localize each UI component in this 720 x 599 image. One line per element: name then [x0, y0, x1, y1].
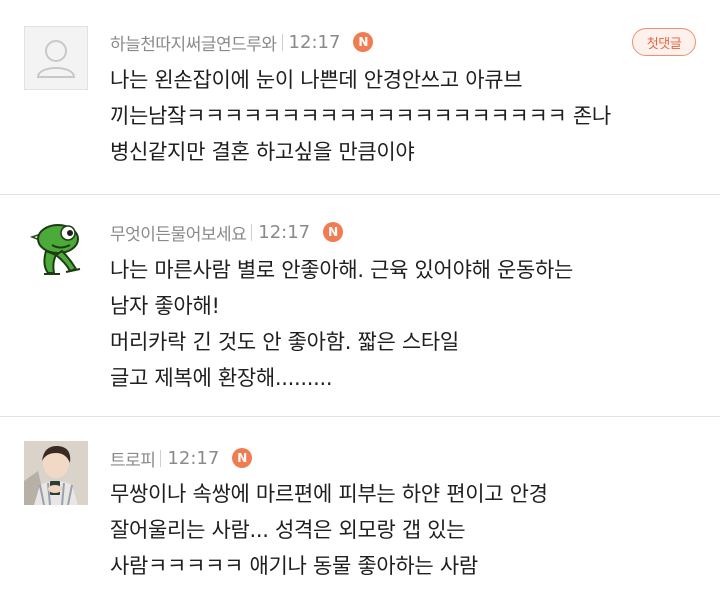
first-comment-badge: 첫댓글 — [632, 28, 696, 56]
comment-line: 머리카락 긴 것도 안 좋아함. 짧은 스타일 — [110, 330, 459, 354]
green-frog-icon[interactable] — [24, 217, 88, 281]
meta-divider — [281, 33, 283, 51]
default-profile-icon[interactable] — [24, 26, 88, 90]
comment-meta: 무엇이든물어보세요 12:17 N — [110, 219, 344, 245]
new-badge: N — [353, 32, 374, 52]
comment-meta: 하늘천따지써글연드루와 12:17 N — [110, 29, 374, 55]
timestamp: 12:17 — [258, 221, 311, 243]
profile-photo[interactable] — [24, 441, 88, 505]
comment-line: 사람ㅋㅋㅋㅋㅋ 애기나 동물 좋아하는 사람 — [110, 554, 478, 578]
nickname[interactable]: 트로피 — [110, 446, 156, 471]
timestamp: 12:17 — [167, 447, 220, 469]
comment-line: 무쌍이나 속쌍에 마르편에 피부는 하얀 편이고 안경 — [110, 482, 548, 506]
new-badge: N — [232, 448, 253, 468]
comment-line: 끼는남잨ㅋㅋㅋㅋㅋㅋㅋㅋㅋㅋㅋㅋㅋㅋㅋㅋㅋㅋㅋㅋ 존나 — [110, 104, 611, 128]
comment-body: 나는 마른사람 별로 안좋아해. 근육 있어야해 운동하는 남자 좋아해! 머리… — [110, 252, 700, 396]
comment-line: 나는 왼손잡이에 눈이 나쁜데 안경안쓰고 아큐브 — [110, 68, 523, 92]
comment-line: 병신같지만 결혼 하고싶을 만큼이야 — [110, 140, 415, 164]
comment-meta: 트로피 12:17 N — [110, 445, 253, 471]
comment-body: 나는 왼손잡이에 눈이 나쁜데 안경안쓰고 아큐브 끼는남잨ㅋㅋㅋㅋㅋㅋㅋㅋㅋㅋ… — [110, 62, 700, 170]
comment-line: 글고 제복에 환장해......... — [110, 366, 333, 390]
timestamp: 12:17 — [288, 31, 341, 53]
comment-item: 트로피 12:17 N 무쌍이나 속쌍에 마르편에 피부는 하얀 편이고 안경 … — [0, 417, 720, 599]
comment-line: 남자 좋아해! — [110, 294, 220, 318]
meta-divider — [160, 449, 162, 467]
meta-divider — [251, 223, 253, 241]
new-badge: N — [323, 222, 344, 242]
comment-line: 잘어울리는 사람... 성격은 외모랑 갭 있는 — [110, 518, 466, 542]
comment-item: 하늘천따지써글연드루와 12:17 N 첫댓글 나는 왼손잡이에 눈이 나쁜데 … — [0, 0, 720, 195]
comment-line: 나는 마른사람 별로 안좋아해. 근육 있어야해 운동하는 — [110, 258, 574, 282]
nickname[interactable]: 무엇이든물어보세요 — [110, 220, 247, 245]
comment-item: 무엇이든물어보세요 12:17 N 나는 마른사람 별로 안좋아해. 근육 있어… — [0, 195, 720, 417]
nickname[interactable]: 하늘천따지써글연드루와 — [110, 30, 277, 55]
comment-body: 무쌍이나 속쌍에 마르편에 피부는 하얀 편이고 안경 잘어울리는 사람... … — [110, 476, 700, 584]
